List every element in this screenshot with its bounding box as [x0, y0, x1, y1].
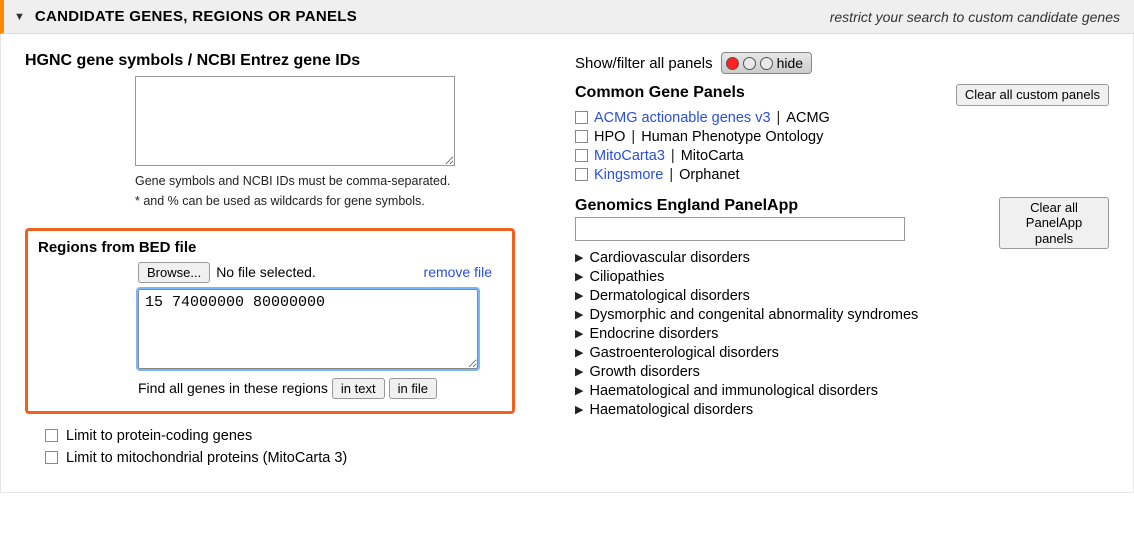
find-genes-label: Find all genes in these regions: [138, 380, 328, 396]
separator: |: [777, 110, 781, 126]
panel-source: ACMG: [786, 110, 830, 126]
panelapp-list[interactable]: ▶ Cardiovascular disorders ▶ Ciliopathies ▶ D…: [575, 247, 989, 472]
panelapp-category[interactable]: ▶ Haematological disorders: [575, 402, 979, 418]
panelapp-category[interactable]: ▶ Dermatological disorders: [575, 288, 979, 304]
panelapp-category[interactable]: ▶ Gastroenterological disorders: [575, 345, 979, 361]
protein-coding-checkbox[interactable]: [45, 429, 58, 442]
panel-link[interactable]: MitoCarta3: [594, 148, 665, 164]
bed-label: Regions from BED file: [38, 239, 502, 256]
panel-source: Orphanet: [679, 167, 739, 183]
genomics-england-heading: Genomics England PanelApp: [575, 197, 989, 215]
gene-help-2: * and % can be used as wildcards for gen…: [135, 193, 515, 209]
panel-item: MitoCarta3 | MitoCarta: [575, 148, 1109, 164]
panel-item: ACMG actionable genes v3 | ACMG: [575, 110, 1109, 126]
expand-icon: ▶: [575, 346, 583, 359]
dot-off-icon: [760, 57, 773, 70]
expand-icon: ▶: [575, 384, 583, 397]
panel-checkbox[interactable]: [575, 130, 588, 143]
panelapp-category[interactable]: ▶ Endocrine disorders: [575, 326, 979, 342]
common-panels-list: ACMG actionable genes v3 | ACMG HPO | Hum…: [575, 110, 1109, 183]
panel-link: HPO: [594, 129, 625, 145]
panelapp-category-label: Gastroenterological disorders: [589, 345, 778, 361]
panel-link[interactable]: ACMG actionable genes v3: [594, 110, 771, 126]
panel-item: HPO | Human Phenotype Ontology: [575, 129, 1109, 145]
section-subtitle: restrict your search to custom candidate…: [830, 9, 1120, 25]
panelapp-category-label: Dermatological disorders: [589, 288, 749, 304]
panel-checkbox[interactable]: [575, 149, 588, 162]
panelapp-category[interactable]: ▶ Haematological and immunological disord…: [575, 383, 979, 399]
panelapp-category[interactable]: ▶ Dysmorphic and congenital abnormality s…: [575, 307, 979, 323]
gene-help-1: Gene symbols and NCBI IDs must be comma-…: [135, 173, 515, 189]
mitocarta-checkbox[interactable]: [45, 451, 58, 464]
separator: |: [631, 129, 635, 145]
hide-button-label: hide: [777, 55, 803, 71]
panelapp-category-label: Ciliopathies: [589, 269, 664, 285]
bed-regions-box: Regions from BED file Browse... No file …: [25, 228, 515, 414]
panelapp-category-label: Cardiovascular disorders: [589, 250, 749, 266]
panelapp-category-label: Haematological disorders: [589, 402, 753, 418]
panelapp-category[interactable]: ▶ Ciliopathies: [575, 269, 979, 285]
expand-icon: ▶: [575, 365, 583, 378]
panel-checkbox[interactable]: [575, 111, 588, 124]
protein-coding-label: Limit to protein-coding genes: [66, 428, 252, 444]
bed-text-input[interactable]: [138, 289, 478, 369]
section-title: CANDIDATE GENES, REGIONS OR PANELS: [35, 8, 357, 25]
panel-link[interactable]: Kingsmore: [594, 167, 663, 183]
remove-file-link[interactable]: remove file: [424, 264, 492, 280]
left-column: HGNC gene symbols / NCBI Entrez gene IDs…: [25, 52, 515, 472]
panelapp-category[interactable]: ▶ Growth disorders: [575, 364, 979, 380]
panel-source: Human Phenotype Ontology: [641, 129, 823, 145]
panelapp-category[interactable]: ▶ Cardiovascular disorders: [575, 250, 979, 266]
content: HGNC gene symbols / NCBI Entrez gene IDs…: [0, 34, 1134, 493]
dot-red-icon: [726, 57, 739, 70]
panelapp-category-label: Endocrine disorders: [589, 326, 718, 342]
in-text-button[interactable]: in text: [332, 378, 385, 399]
expand-icon: ▶: [575, 289, 583, 302]
clear-panelapp-button[interactable]: Clear all PanelApp panels: [999, 197, 1109, 250]
collapse-icon: ▼: [14, 11, 25, 23]
no-file-selected: No file selected.: [216, 264, 316, 280]
common-panels-heading: Common Gene Panels: [575, 84, 745, 102]
panel-source: MitoCarta: [681, 148, 744, 164]
expand-icon: ▶: [575, 251, 583, 264]
separator: |: [669, 167, 673, 183]
expand-icon: ▶: [575, 403, 583, 416]
gene-symbols-input[interactable]: [135, 76, 455, 166]
dot-off-icon: [743, 57, 756, 70]
panel-item: Kingsmore | Orphanet: [575, 167, 1109, 183]
panelapp-category-label: Haematological and immunological disorde…: [589, 383, 878, 399]
mitocarta-label: Limit to mitochondrial proteins (MitoCar…: [66, 450, 347, 466]
clear-custom-button[interactable]: Clear all custom panels: [956, 84, 1109, 106]
in-file-button[interactable]: in file: [389, 378, 437, 399]
panelapp-search-input[interactable]: [575, 217, 905, 241]
browse-button[interactable]: Browse...: [138, 262, 210, 283]
panelapp-category-label: Dysmorphic and congenital abnormality sy…: [589, 307, 918, 323]
right-column: Show/filter all panels hide Common Gene …: [575, 52, 1109, 472]
expand-icon: ▶: [575, 327, 583, 340]
section-header[interactable]: ▼ CANDIDATE GENES, REGIONS OR PANELS res…: [0, 0, 1134, 34]
panel-checkbox[interactable]: [575, 168, 588, 181]
separator: |: [671, 148, 675, 164]
expand-icon: ▶: [575, 270, 583, 283]
panelapp-category-label: Growth disorders: [589, 364, 699, 380]
show-filter-label: Show/filter all panels: [575, 55, 713, 72]
hide-panels-button[interactable]: hide: [721, 52, 812, 74]
gene-symbols-label: HGNC gene symbols / NCBI Entrez gene IDs: [25, 52, 515, 70]
expand-icon: ▶: [575, 308, 583, 321]
